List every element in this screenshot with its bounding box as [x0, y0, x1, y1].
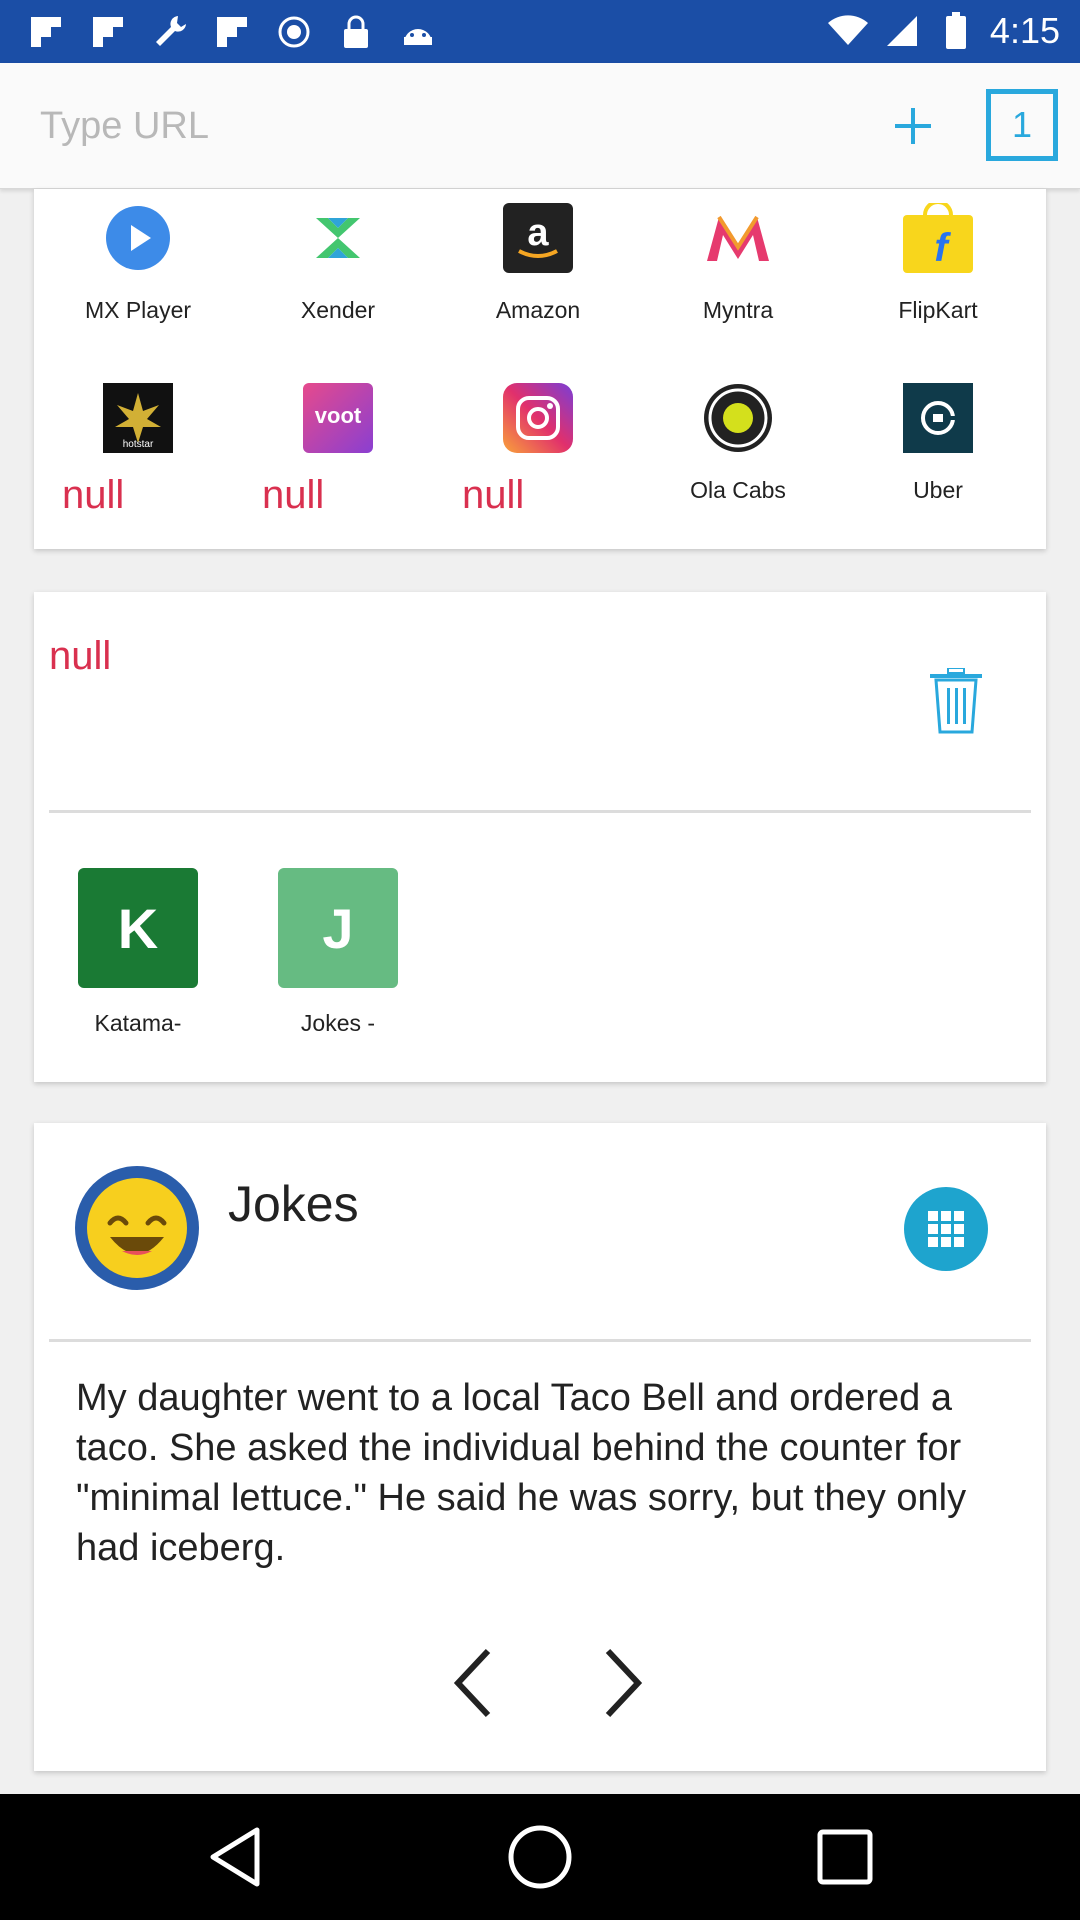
recent-card: null K Katama- J Jokes -	[34, 592, 1046, 1082]
android-icon	[398, 12, 438, 52]
recent-title: null	[49, 634, 112, 678]
system-nav-bar	[0, 1794, 1080, 1920]
home-circle-icon	[508, 1825, 572, 1889]
quick-link-flipkart[interactable]: f FlipKart	[838, 203, 1038, 324]
jokes-card: Jokes My daughter went to a local Taco B…	[34, 1123, 1046, 1771]
quick-link-label: Amazon	[495, 297, 581, 323]
quick-link-myntra[interactable]: Myntra	[638, 203, 838, 324]
quick-link-label: Ola Cabs	[690, 477, 786, 503]
smiley-avatar-icon	[74, 1165, 200, 1291]
xender-icon	[303, 203, 373, 273]
new-tab-button[interactable]	[880, 91, 946, 161]
quick-link-label: null	[62, 473, 125, 517]
back-button[interactable]	[200, 1822, 270, 1892]
svg-text:a: a	[527, 212, 549, 254]
recent-tile-label: Katama-	[94, 1010, 182, 1036]
play-icon	[103, 203, 173, 273]
recents-square-icon	[817, 1829, 873, 1885]
instagram-icon	[503, 383, 573, 453]
divider	[49, 810, 1031, 813]
quick-link-label: null	[462, 473, 525, 517]
url-bar: 1	[0, 63, 1080, 189]
uber-icon	[903, 383, 973, 453]
flipboard-icon	[88, 12, 128, 52]
svg-text:hotstar: hotstar	[123, 439, 154, 450]
home-button[interactable]	[505, 1822, 575, 1892]
tile-letter: J	[322, 896, 354, 960]
amazon-icon: a	[503, 203, 573, 273]
quick-link-label: Xender	[300, 297, 376, 323]
battery-icon	[936, 11, 976, 51]
divider	[49, 1339, 1031, 1342]
flipboard-icon	[212, 12, 252, 52]
quick-link-amazon[interactable]: a Amazon	[438, 203, 638, 324]
quick-link-label: FlipKart	[898, 297, 978, 323]
flipboard-icon	[26, 12, 66, 52]
quick-link-instagram[interactable]	[438, 383, 638, 453]
jokes-title: Jokes	[228, 1176, 359, 1232]
tab-count-button[interactable]: 1	[986, 89, 1058, 161]
chevron-right-icon	[605, 1648, 643, 1718]
quick-link-ola-cabs[interactable]: Ola Cabs	[638, 383, 838, 504]
flipkart-icon: f	[903, 203, 973, 273]
clock: 4:15	[989, 10, 1060, 51]
wrench-icon	[150, 12, 190, 52]
wifi-icon	[827, 11, 868, 51]
apps-grid-button[interactable]	[904, 1187, 988, 1271]
status-bar: 4:15	[0, 0, 1080, 63]
recents-button[interactable]	[810, 1822, 880, 1892]
back-triangle-icon	[210, 1827, 260, 1887]
chevron-left-icon	[453, 1648, 491, 1718]
system-icons: 4:15	[827, 10, 1060, 52]
previous-joke-button[interactable]	[446, 1645, 506, 1721]
voot-icon: voot	[303, 383, 373, 453]
quick-link-uber[interactable]: Uber	[838, 383, 1038, 504]
quick-link-voot[interactable]: voot	[238, 383, 438, 453]
joke-text: My daughter went to a local Taco Bell an…	[76, 1377, 967, 1569]
quick-link-mx-player[interactable]: MX Player	[38, 203, 238, 324]
quick-link-label: Myntra	[702, 297, 774, 323]
quick-link-label: Uber	[913, 477, 963, 503]
next-joke-button[interactable]	[590, 1645, 650, 1721]
signal-icon	[882, 11, 922, 51]
quick-links-card: MX Player Xender a Amazon Myntra f FlipK…	[34, 189, 1046, 549]
tile-letter: K	[117, 896, 159, 960]
notification-icons	[26, 12, 438, 52]
quick-link-hotstar[interactable]: hotstar	[38, 383, 238, 453]
quick-link-xender[interactable]: Xender	[238, 203, 438, 324]
recent-tile-label: Jokes -	[300, 1010, 376, 1036]
sync-icon	[274, 12, 314, 52]
url-input[interactable]	[40, 91, 820, 161]
myntra-icon	[703, 203, 773, 273]
trash-icon	[930, 667, 982, 734]
plus-icon	[895, 108, 931, 144]
recent-tile-jokes[interactable]: J	[278, 868, 398, 988]
quick-link-label: MX Player	[84, 297, 192, 323]
svg-text:voot: voot	[315, 403, 362, 428]
hotstar-icon: hotstar	[103, 383, 173, 453]
lock-icon	[336, 12, 376, 52]
ola-icon	[703, 383, 773, 453]
delete-button[interactable]	[926, 667, 986, 734]
quick-link-label: null	[262, 473, 325, 517]
recent-tile-katama[interactable]: K	[78, 868, 198, 988]
grid-icon	[928, 1211, 964, 1247]
